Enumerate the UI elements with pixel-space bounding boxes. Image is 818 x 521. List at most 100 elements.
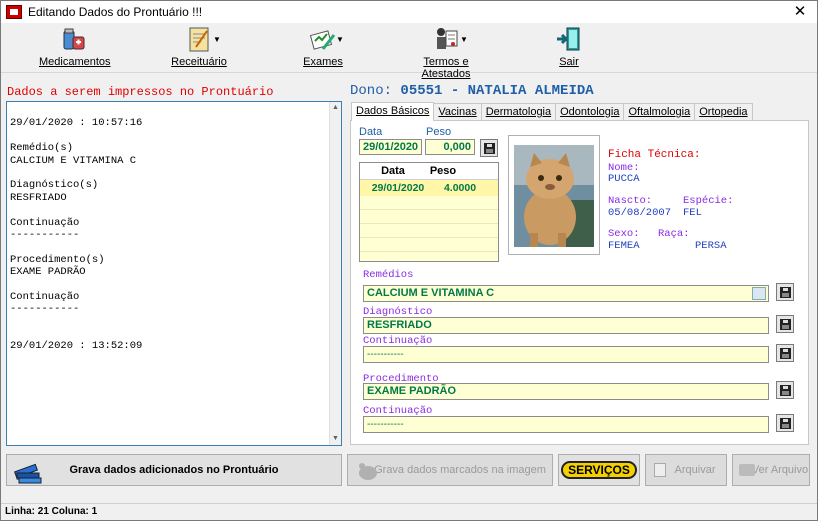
peso-input[interactable]: 0,000 — [425, 139, 475, 155]
textarea-line: RESFRIADO — [10, 191, 67, 204]
tab-label: Ortopedia — [699, 106, 748, 118]
peso-label: Peso — [426, 126, 452, 138]
textarea-line — [7, 328, 341, 340]
especie-value: FEL — [683, 207, 702, 219]
sexo-value: FEMEA — [608, 240, 640, 252]
remedios-input[interactable]: CALCIUM E VITAMINA C — [363, 285, 769, 302]
certificate-icon — [432, 25, 460, 53]
owner-line: Dono: 05551 - NATALIA ALMEIDA — [350, 83, 594, 99]
arquivar-button[interactable]: Arquivar — [645, 454, 727, 486]
grid-empty-row — [360, 224, 498, 238]
textarea-line: ----------- — [10, 303, 80, 316]
textarea-line — [7, 167, 341, 179]
grid-header-peso: Peso — [429, 165, 457, 177]
grava-imagem-button[interactable]: Grava dados marcados na imagem — [347, 454, 553, 486]
ver-arquivo-label: Ver Arquivo — [751, 464, 809, 476]
floppy-disk-icon — [779, 347, 791, 359]
chevron-down-icon: ▼ — [213, 35, 221, 44]
procedimento-input[interactable]: EXAME PADRÃO — [363, 383, 769, 400]
save-continuacao2-button[interactable] — [776, 414, 794, 432]
cat-photo-image — [514, 145, 594, 247]
textarea-line: Remédio(s) — [10, 142, 74, 155]
floppy-disk-icon — [779, 384, 791, 396]
weight-history-grid[interactable]: Data Peso 29/01/2020 4.0000 — [359, 162, 499, 262]
grid-empty-row — [360, 196, 498, 210]
tab-label: Dados Básicos — [356, 105, 430, 117]
grid-cell-peso: 4.0000 — [443, 182, 477, 194]
textarea-line — [7, 105, 341, 117]
tab-ortopedia[interactable]: Ortopedia — [694, 103, 753, 120]
scroll-down-icon[interactable]: ▼ — [330, 433, 341, 445]
tab-dermatologia[interactable]: Dermatologia — [480, 103, 557, 120]
window-title: Editando Dados do Prontuário !!! — [28, 5, 203, 19]
exit-door-icon — [555, 25, 583, 53]
textarea-line — [7, 130, 341, 142]
receituario-button[interactable]: ▼ Receituário — [169, 25, 229, 71]
grava-prontuario-button[interactable]: Grava dados adicionados no Prontuário — [6, 454, 342, 486]
tab-dados-basicos[interactable]: Dados Básicos — [351, 102, 435, 121]
save-diagnostico-button[interactable] — [776, 315, 794, 333]
nascto-label: Nascto: — [608, 195, 653, 207]
app-icon — [6, 5, 22, 19]
tab-label: Oftalmologia — [628, 106, 691, 118]
toolbar: Medicamentos ▼ Receituário ▼ Exames ▼ Te… — [1, 23, 817, 80]
textarea-line — [7, 316, 341, 328]
tab-label: Odontologia — [560, 106, 620, 118]
print-data-textarea[interactable]: 29/01/2020 : 10:57:16 Remédio(s) CALCIUM E… — [6, 101, 342, 446]
textarea-line: 29/01/2020 : 13:52:09 — [10, 340, 143, 353]
servicos-button[interactable]: SERVIÇOS — [558, 454, 640, 486]
tab-strip: Dados Básicos Vacinas Dermatologia Odont… — [351, 102, 753, 121]
exames-label: Exames — [303, 56, 343, 68]
tab-label: Dermatologia — [485, 106, 552, 118]
nome-value: PUCCA — [608, 173, 640, 185]
termos-atestados-button[interactable]: ▼ Termos e Atestados — [400, 25, 492, 80]
diagnostico-input[interactable]: RESFRIADO — [363, 317, 769, 334]
main-window: Editando Dados do Prontuário !!! ✕ Medic… — [0, 0, 818, 521]
grid-header-data: Data — [381, 165, 405, 177]
tab-odontologia[interactable]: Odontologia — [555, 103, 625, 120]
remedios-value: CALCIUM E VITAMINA C — [367, 287, 495, 299]
textarea-line — [7, 278, 341, 290]
floppy-disk-icon — [779, 318, 791, 330]
prescription-icon — [185, 25, 213, 53]
textarea-line: EXAME PADRÃO — [10, 266, 86, 279]
exames-button[interactable]: ▼ Exames — [298, 25, 348, 71]
data-label: Data — [359, 126, 383, 138]
textarea-line — [7, 241, 341, 253]
raca-value: PERSA — [695, 240, 727, 252]
continuacao1-input[interactable]: ----------- — [363, 346, 769, 363]
textarea-line: Diagnóstico(s) — [10, 179, 99, 192]
servicos-label: SERVIÇOS — [561, 461, 637, 479]
tab-oftalmologia[interactable]: Oftalmologia — [623, 103, 696, 120]
grid-cell-data: 29/01/2020 — [371, 182, 425, 194]
receituario-label: Receituário — [171, 56, 227, 68]
save-peso-button[interactable] — [480, 139, 498, 157]
scroll-up-icon[interactable]: ▲ — [330, 102, 341, 114]
textarea-line: Continuação — [10, 216, 80, 229]
textarea-line: 29/01/2020 : 10:57:16 — [10, 117, 143, 130]
pet-photo[interactable] — [508, 135, 600, 255]
continuacao2-input[interactable]: ----------- — [363, 416, 769, 433]
textarea-line: Continuação — [10, 290, 80, 303]
data-input[interactable]: 29/01/2020 — [359, 139, 422, 155]
grid-empty-row — [360, 210, 498, 224]
termos-label: Termos e Atestados — [421, 56, 471, 80]
close-button[interactable]: ✕ — [783, 1, 817, 23]
binoculars-lookup-icon[interactable] — [752, 287, 766, 300]
remedios-label: Remédios — [363, 269, 414, 281]
sexo-label: Sexo: — [608, 228, 640, 240]
save-continuacao1-button[interactable] — [776, 344, 794, 362]
nascto-value: 05/08/2007 — [608, 207, 672, 219]
ver-arquivo-button[interactable]: Ver Arquivo — [732, 454, 810, 486]
medicamentos-button[interactable]: Medicamentos — [39, 25, 111, 71]
save-procedimento-button[interactable] — [776, 381, 794, 399]
vertical-scrollbar[interactable]: ▲ ▼ — [329, 102, 341, 445]
save-remedios-button[interactable] — [776, 283, 794, 301]
books-icon — [13, 463, 42, 484]
textarea-line: CALCIUM E VITAMINA C — [10, 154, 137, 167]
car-icon — [739, 464, 755, 476]
textarea-line: ----------- — [10, 228, 80, 241]
sair-button[interactable]: Sair — [554, 25, 584, 71]
table-row[interactable]: 29/01/2020 4.0000 — [360, 180, 498, 196]
tab-vacinas[interactable]: Vacinas — [433, 103, 482, 120]
